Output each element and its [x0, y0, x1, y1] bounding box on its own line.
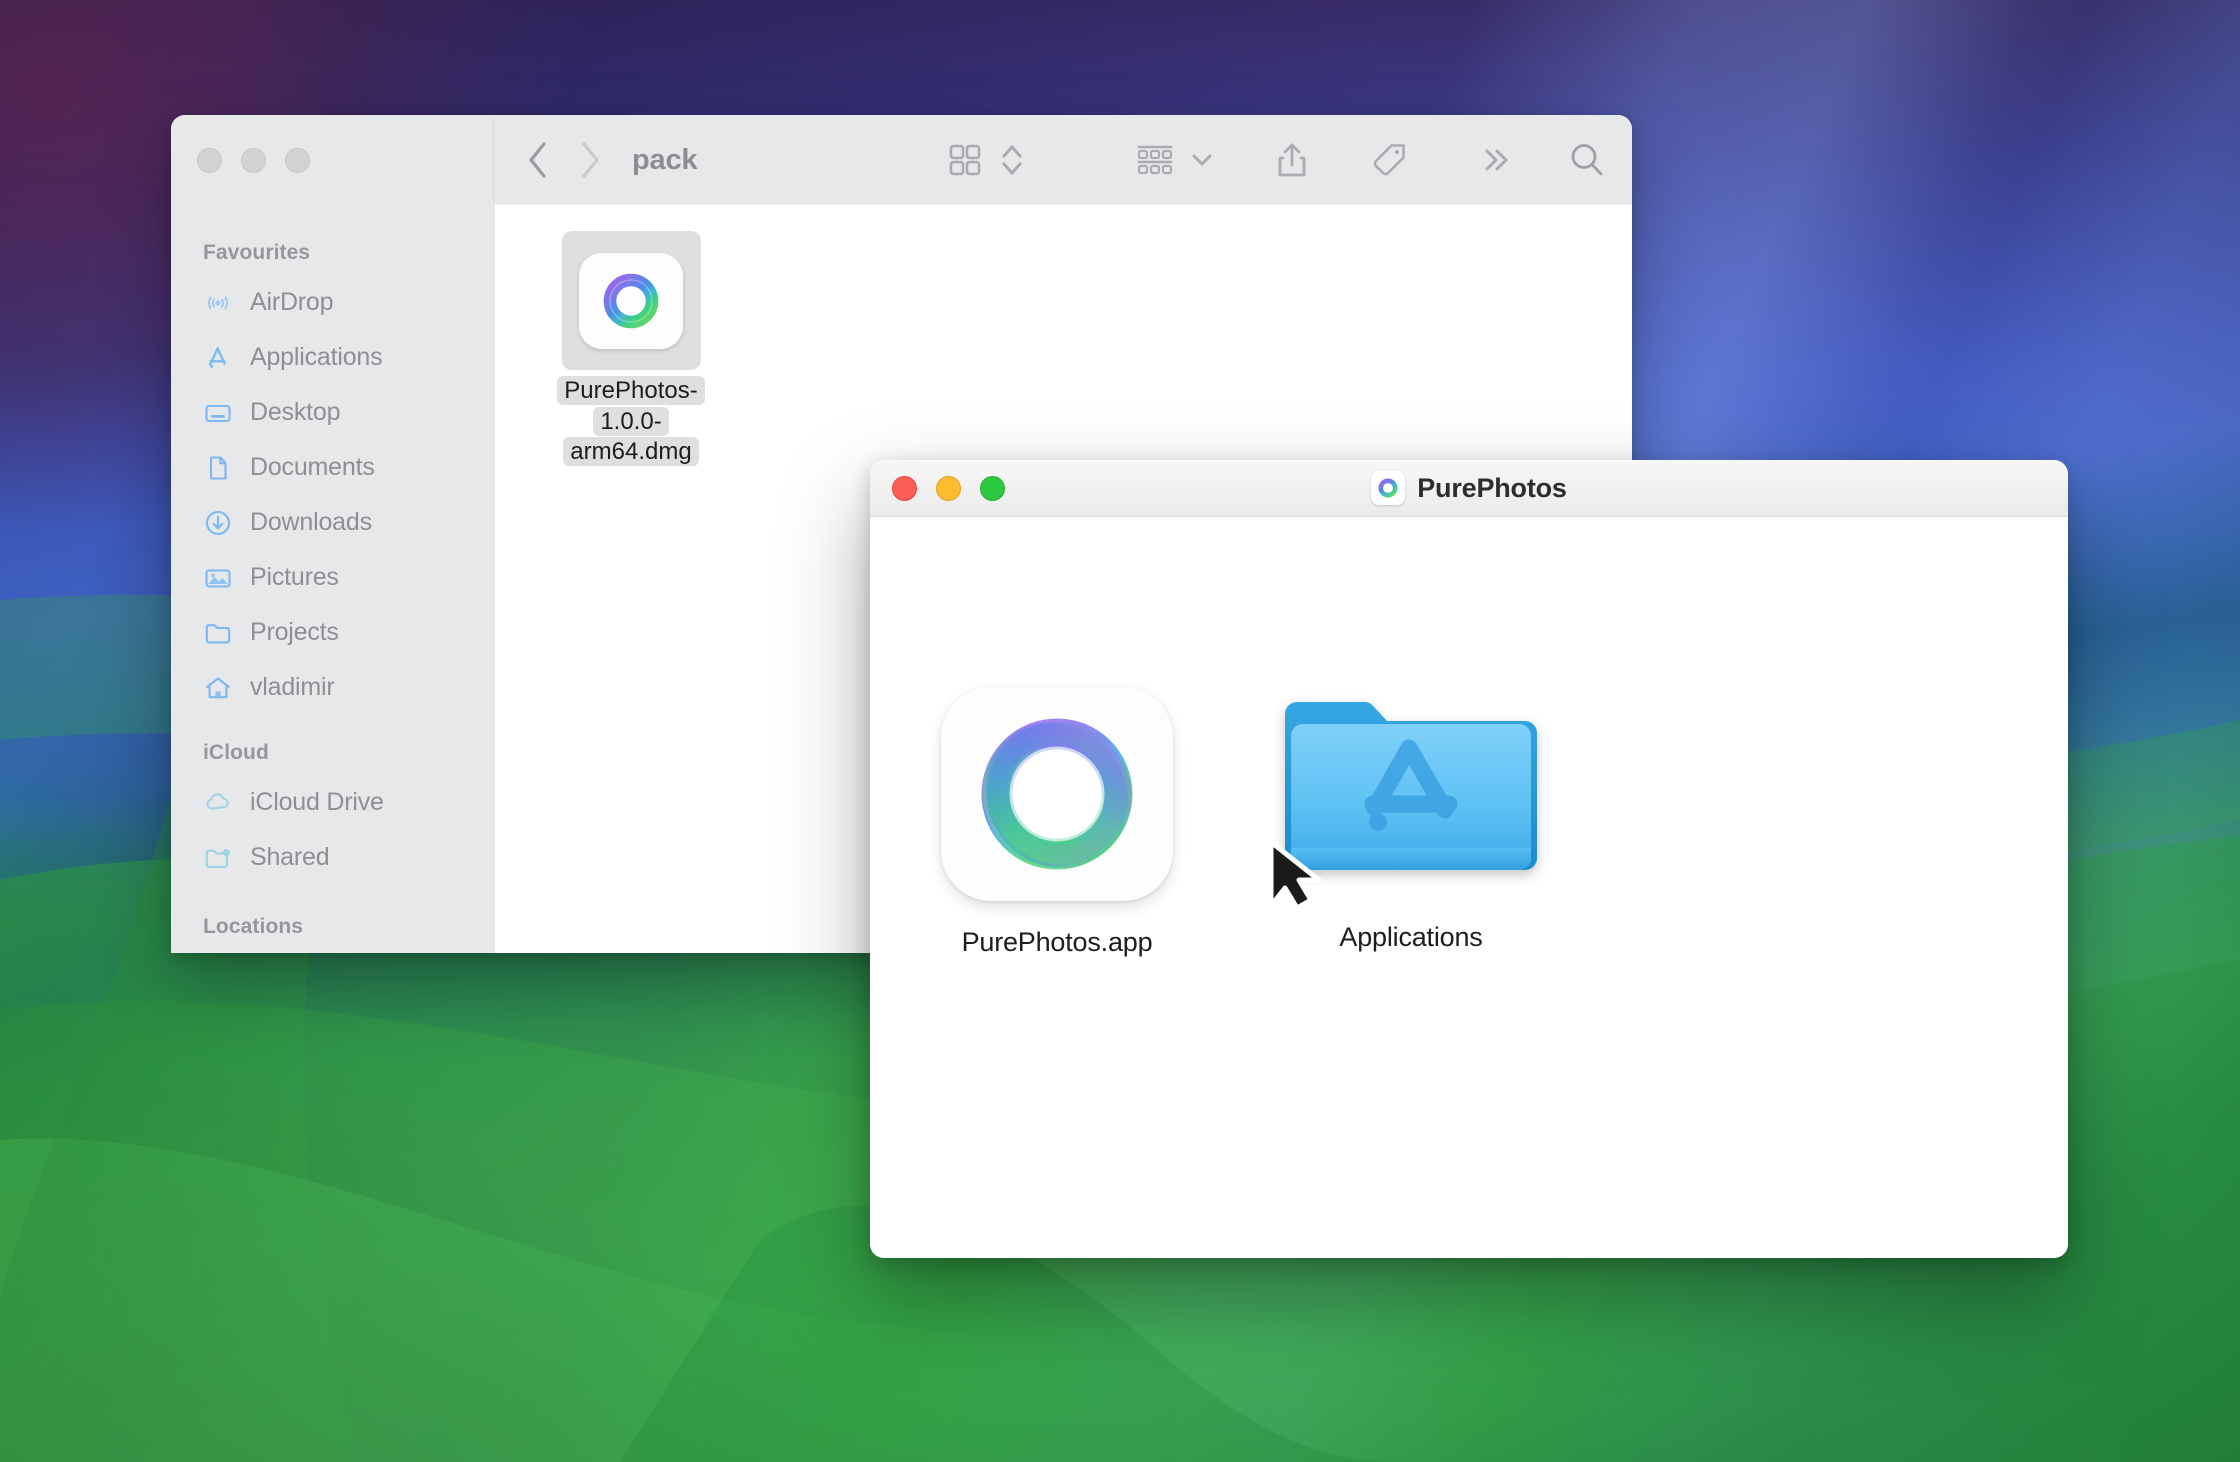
- dmg-titlebar[interactable]: PurePhotos: [870, 460, 2068, 517]
- view-stepper-icon[interactable]: [1000, 141, 1024, 179]
- finder-file-label-line2: arm64.dmg: [563, 437, 699, 467]
- tag-icon[interactable]: [1370, 141, 1408, 179]
- finder-file-label-line1: PurePhotos-1.0.0-: [557, 376, 705, 436]
- finder-group-controls: [1136, 143, 1214, 177]
- sidebar-item-documents[interactable]: Documents: [171, 440, 495, 495]
- dmg-title-group: PurePhotos: [870, 471, 2068, 505]
- sidebar-item-projects[interactable]: Projects: [171, 605, 495, 660]
- finder-zoom-button[interactable]: [285, 147, 310, 173]
- purephotos-app-tile: [938, 687, 1176, 901]
- sidebar-section-icloud-title: iCloud: [203, 741, 269, 764]
- finder-traffic-lights: [197, 147, 310, 173]
- sidebar-section-locations-title: Locations: [203, 915, 304, 938]
- forward-icon[interactable]: [578, 141, 602, 179]
- sidebar-item-label: Desktop: [250, 398, 341, 426]
- cloud-icon: [203, 788, 233, 818]
- finder-titlebar-left: [171, 115, 494, 205]
- home-icon: [203, 673, 233, 703]
- sidebar-item-label: Shared: [250, 843, 330, 871]
- sidebar-item-downloads[interactable]: Downloads: [171, 495, 495, 550]
- purephotos-app-icon: [579, 252, 683, 349]
- back-icon[interactable]: [526, 141, 550, 179]
- dmg-item-label: Applications: [1339, 922, 1483, 952]
- share-icon[interactable]: [1276, 141, 1308, 179]
- documents-icon: [203, 453, 233, 483]
- applications-folder-wrap: [1268, 682, 1549, 910]
- finder-toolbar-controls: pack: [494, 115, 1632, 205]
- finder-file-item-dmg[interactable]: PurePhotos-1.0.0- arm64.dmg: [531, 231, 731, 468]
- sidebar-item-desktop[interactable]: Desktop: [171, 385, 495, 440]
- purephotos-app-icon: [941, 687, 1173, 901]
- sidebar-section-favourites-title: Favourites: [203, 241, 311, 264]
- desktop-icon: [203, 398, 233, 428]
- airdrop-icon: [203, 288, 233, 318]
- more-toolbar-items-icon[interactable]: [1480, 143, 1514, 177]
- finder-toolbar: pack: [171, 115, 1632, 206]
- dmg-item-applications-folder[interactable]: Applications: [1246, 682, 1576, 953]
- sidebar-item-label: Documents: [250, 453, 375, 481]
- sidebar-item-vladimir[interactable]: vladimir: [171, 660, 495, 715]
- dmg-body[interactable]: PurePhotos.app Applications: [870, 517, 2068, 1258]
- downloads-icon: [203, 508, 233, 538]
- finder-path-title: pack: [632, 143, 698, 176]
- sidebar-item-label: Applications: [250, 343, 383, 371]
- finder-minimize-button[interactable]: [241, 147, 266, 173]
- sidebar-item-applications[interactable]: Applications: [171, 330, 495, 385]
- dmg-close-button[interactable]: [892, 475, 917, 501]
- sidebar-item-label: Projects: [250, 618, 339, 646]
- sidebar-item-label: Downloads: [250, 508, 372, 536]
- sidebar-item-label: iCloud Drive: [250, 788, 384, 816]
- sidebar-item-label: Pictures: [250, 563, 339, 591]
- folder-icon: [203, 618, 233, 648]
- applications-icon: [203, 343, 233, 373]
- dmg-item-purephotos-app[interactable]: PurePhotos.app: [892, 687, 1222, 958]
- icon-view-icon[interactable]: [948, 143, 982, 177]
- finder-nav-arrows: [526, 141, 602, 179]
- dmg-zoom-button[interactable]: [980, 475, 1005, 501]
- finder-sidebar[interactable]: Favourites AirDrop Applications Desktop …: [171, 205, 495, 953]
- chevron-down-icon[interactable]: [1190, 150, 1214, 170]
- group-items-icon[interactable]: [1136, 143, 1174, 177]
- dmg-window[interactable]: PurePhotos PurePhotos.app Applications: [870, 460, 2068, 1258]
- purephotos-ring-artwork: [981, 718, 1133, 870]
- dmg-minimize-button[interactable]: [936, 475, 961, 501]
- dmg-item-label: PurePhotos.app: [961, 927, 1153, 957]
- sidebar-item-shared[interactable]: Shared: [171, 830, 495, 885]
- alias-arrow-icon: [1268, 839, 1322, 910]
- finder-view-controls: [948, 141, 1024, 179]
- sidebar-item-pictures[interactable]: Pictures: [171, 550, 495, 605]
- sidebar-item-label: vladimir: [250, 673, 335, 701]
- finder-close-button[interactable]: [197, 147, 222, 173]
- sidebar-item-label: AirDrop: [250, 288, 334, 316]
- dmg-file-icon-selection: [561, 231, 701, 370]
- search-icon[interactable]: [1568, 141, 1606, 179]
- purephotos-app-icon: [1371, 471, 1406, 505]
- sidebar-item-icloud-drive[interactable]: iCloud Drive: [171, 775, 495, 830]
- sidebar-item-airdrop[interactable]: AirDrop: [171, 275, 495, 330]
- dmg-window-title: PurePhotos: [1417, 472, 1567, 503]
- dmg-traffic-lights: [892, 475, 1005, 501]
- shared-folder-icon: [203, 843, 233, 873]
- finder-file-label: PurePhotos-1.0.0- arm64.dmg: [536, 376, 726, 468]
- pictures-icon: [203, 563, 233, 593]
